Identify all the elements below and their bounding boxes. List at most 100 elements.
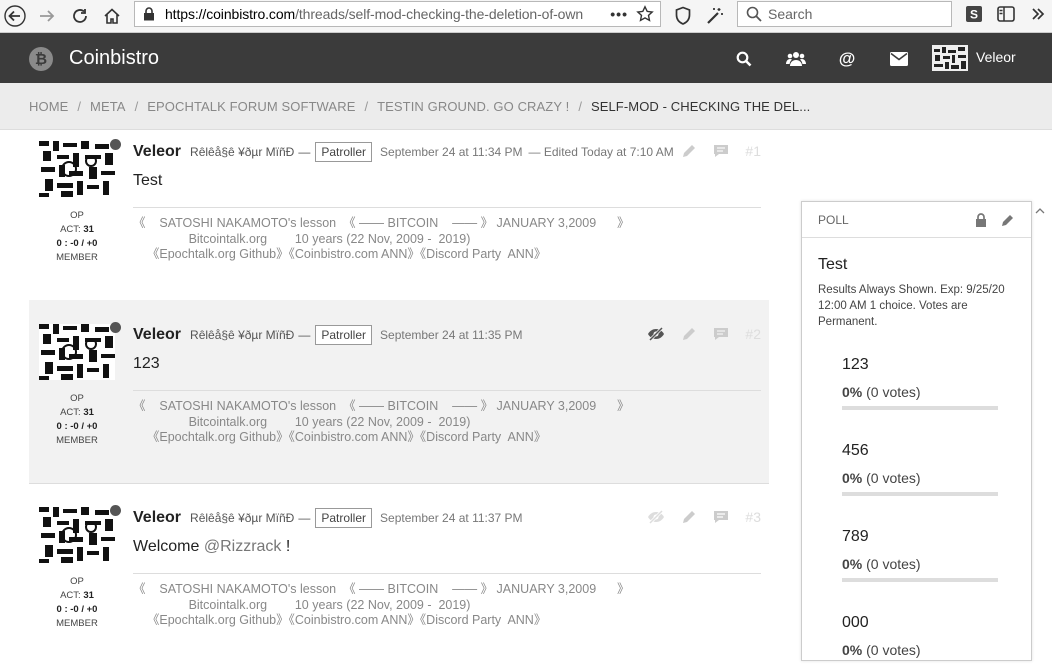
quote-reply-icon[interactable] — [713, 510, 729, 524]
hide-eye-icon[interactable] — [647, 510, 665, 524]
post-body: Welcome @Rizzrack ! — [133, 538, 290, 556]
edit-pencil-icon[interactable] — [681, 143, 697, 159]
post-avatar[interactable] — [39, 141, 115, 197]
poll-option-label: 123 — [842, 356, 869, 373]
lock-icon[interactable] — [975, 212, 987, 227]
page-actions-menu-icon[interactable]: ••• — [610, 6, 628, 22]
address-bar[interactable]: https://coinbistro.com/threads/self-mod-… — [134, 1, 661, 27]
post-number[interactable]: #1 — [745, 143, 761, 159]
user-mention-link[interactable]: @Rizzrack — [204, 538, 282, 555]
edit-pencil-icon[interactable] — [681, 326, 697, 342]
signature: 《 SATOSHI NAKAMOTO's lesson 《 —— BITCOIN… — [133, 216, 633, 263]
title-separator: — — [298, 511, 311, 525]
user-title: Rêlêå§ê ¥ðµr MïñÐ — [190, 328, 295, 342]
sidebar-icon[interactable] — [997, 6, 1015, 22]
post-header: Veleor Rêlêå§ê ¥ðµr MïñÐ — Patroller Sep… — [133, 325, 523, 345]
signature-line: 《Epochtalk.org Github》《Coinbistro.com AN… — [133, 613, 547, 627]
post-avatar[interactable] — [39, 507, 115, 563]
search-icon[interactable] — [733, 49, 755, 69]
forward-button[interactable] — [34, 3, 60, 29]
post-timestamp[interactable]: September 24 at 11:34 PM — [380, 145, 523, 159]
hide-eye-icon[interactable] — [647, 327, 665, 341]
breadcrumb-meta[interactable]: META — [90, 99, 126, 114]
poll-description: Results Always Shown. Exp: 9/25/20 12:00… — [818, 284, 1005, 328]
poll-option-stat: 0% (0 votes) — [842, 556, 921, 572]
envelope-icon[interactable] — [888, 49, 910, 69]
quote-reply-icon[interactable] — [713, 327, 729, 341]
poll-option-label: 000 — [842, 614, 869, 631]
post-username[interactable]: Veleor — [133, 326, 181, 344]
signature-divider — [133, 390, 761, 391]
user-title: Rêlêå§ê ¥ðµr MïñÐ — [190, 145, 295, 159]
poll-option-bar — [842, 406, 998, 410]
users-icon[interactable] — [785, 49, 807, 69]
shield-icon[interactable] — [674, 6, 692, 26]
signature-line: 《 SATOSHI NAKAMOTO's lesson 《 —— BITCOIN… — [133, 399, 630, 413]
home-icon — [103, 7, 121, 25]
poll-option-stat: 0% (0 votes) — [842, 470, 921, 486]
header-avatar[interactable] — [932, 45, 968, 71]
title-separator: — — [298, 145, 311, 159]
merit-score: 0 : -0 / +0 — [56, 604, 98, 615]
back-button[interactable] — [2, 3, 28, 29]
post-number[interactable]: #2 — [745, 326, 761, 342]
user-meta: OP ACT: 31 0 : -0 / +0 MEMBER — [29, 392, 125, 448]
poll-scrollbar[interactable] — [1033, 201, 1047, 661]
breadcrumb-separator: / — [77, 98, 82, 114]
online-status-dot — [110, 139, 121, 150]
quote-reply-icon[interactable] — [713, 144, 729, 158]
merit-score: 0 : -0 / +0 — [56, 421, 98, 432]
header-username[interactable]: Veleor — [976, 49, 1016, 65]
mentions-at-icon[interactable]: @ — [836, 49, 858, 69]
post-actions: #2 — [647, 326, 761, 342]
post-number[interactable]: #3 — [745, 509, 761, 525]
signature-line: 《Epochtalk.org Github》《Coinbistro.com AN… — [133, 247, 547, 261]
signature-divider — [133, 207, 761, 208]
edited-label: — Edited Today at 7:10 AM — [528, 145, 674, 159]
poll-option-label: 789 — [842, 528, 869, 545]
poll-option-stat: 0% (0 votes) — [842, 642, 921, 658]
post-username[interactable]: Veleor — [133, 143, 181, 161]
signature-divider — [133, 573, 761, 574]
post-1: OP ACT: 31 0 : -0 / +0 MEMBER Veleor Rêl… — [29, 117, 769, 300]
post-3: OP ACT: 31 0 : -0 / +0 MEMBER Veleor Rêl… — [29, 484, 769, 667]
overflow-chevron-icon[interactable] — [1030, 5, 1046, 23]
bookmark-star-icon[interactable] — [636, 5, 654, 23]
post-timestamp[interactable]: September 24 at 11:37 PM — [380, 511, 523, 525]
browser-search-input[interactable]: Search — [737, 1, 952, 27]
role-badge: Patroller — [315, 142, 373, 162]
edit-pencil-icon[interactable] — [1001, 213, 1015, 227]
post-username[interactable]: Veleor — [133, 509, 181, 527]
signature: 《 SATOSHI NAKAMOTO's lesson 《 —— BITCOIN… — [133, 399, 633, 446]
poll-option[interactable]: 000 0% (0 votes) — [842, 614, 1002, 658]
user-meta: OP ACT: 31 0 : -0 / +0 MEMBER — [29, 575, 125, 631]
post-actions: #3 — [647, 509, 761, 525]
breadcrumb-home[interactable]: HOME — [29, 99, 68, 114]
user-title: Rêlêå§ê ¥ðµr MïñÐ — [190, 511, 295, 525]
signature: 《 SATOSHI NAKAMOTO's lesson 《 —— BITCOIN… — [133, 582, 633, 629]
poll-title: Test — [818, 256, 848, 273]
poll-option-bar — [842, 492, 998, 496]
browser-toolbar: https://coinbistro.com/threads/self-mod-… — [0, 0, 1052, 33]
bitcoin-logo-icon[interactable]: ₿ — [29, 47, 53, 71]
breadcrumb-testin-ground[interactable]: TESTIN GROUND. GO CRAZY ! — [377, 99, 569, 114]
poll-option[interactable]: 456 0% (0 votes) — [842, 442, 1002, 496]
post-avatar[interactable] — [39, 324, 115, 380]
post-timestamp[interactable]: September 24 at 11:35 PM — [380, 328, 523, 342]
post-body-text: Welcome — [133, 538, 204, 555]
signature-line: 《 SATOSHI NAKAMOTO's lesson 《 —— BITCOIN… — [133, 216, 630, 230]
home-button[interactable] — [99, 3, 125, 29]
search-icon — [746, 6, 762, 22]
edit-pencil-icon[interactable] — [681, 509, 697, 525]
poll-option[interactable]: 789 0% (0 votes) — [842, 528, 1002, 582]
activity-count: ACT: 31 — [60, 224, 94, 235]
post-body: 123 — [133, 355, 160, 372]
magic-wand-icon[interactable] — [705, 6, 725, 26]
lock-icon — [143, 7, 155, 21]
site-title[interactable]: Coinbistro — [69, 47, 159, 70]
reload-button[interactable] — [67, 3, 93, 29]
breadcrumb-epochtalk[interactable]: EPOCHTALK FORUM SOFTWARE — [147, 99, 355, 114]
poll-header: POLL — [802, 202, 1031, 238]
extension-s-icon[interactable]: S — [965, 5, 983, 23]
poll-option[interactable]: 123 0% (0 votes) — [842, 356, 1002, 410]
